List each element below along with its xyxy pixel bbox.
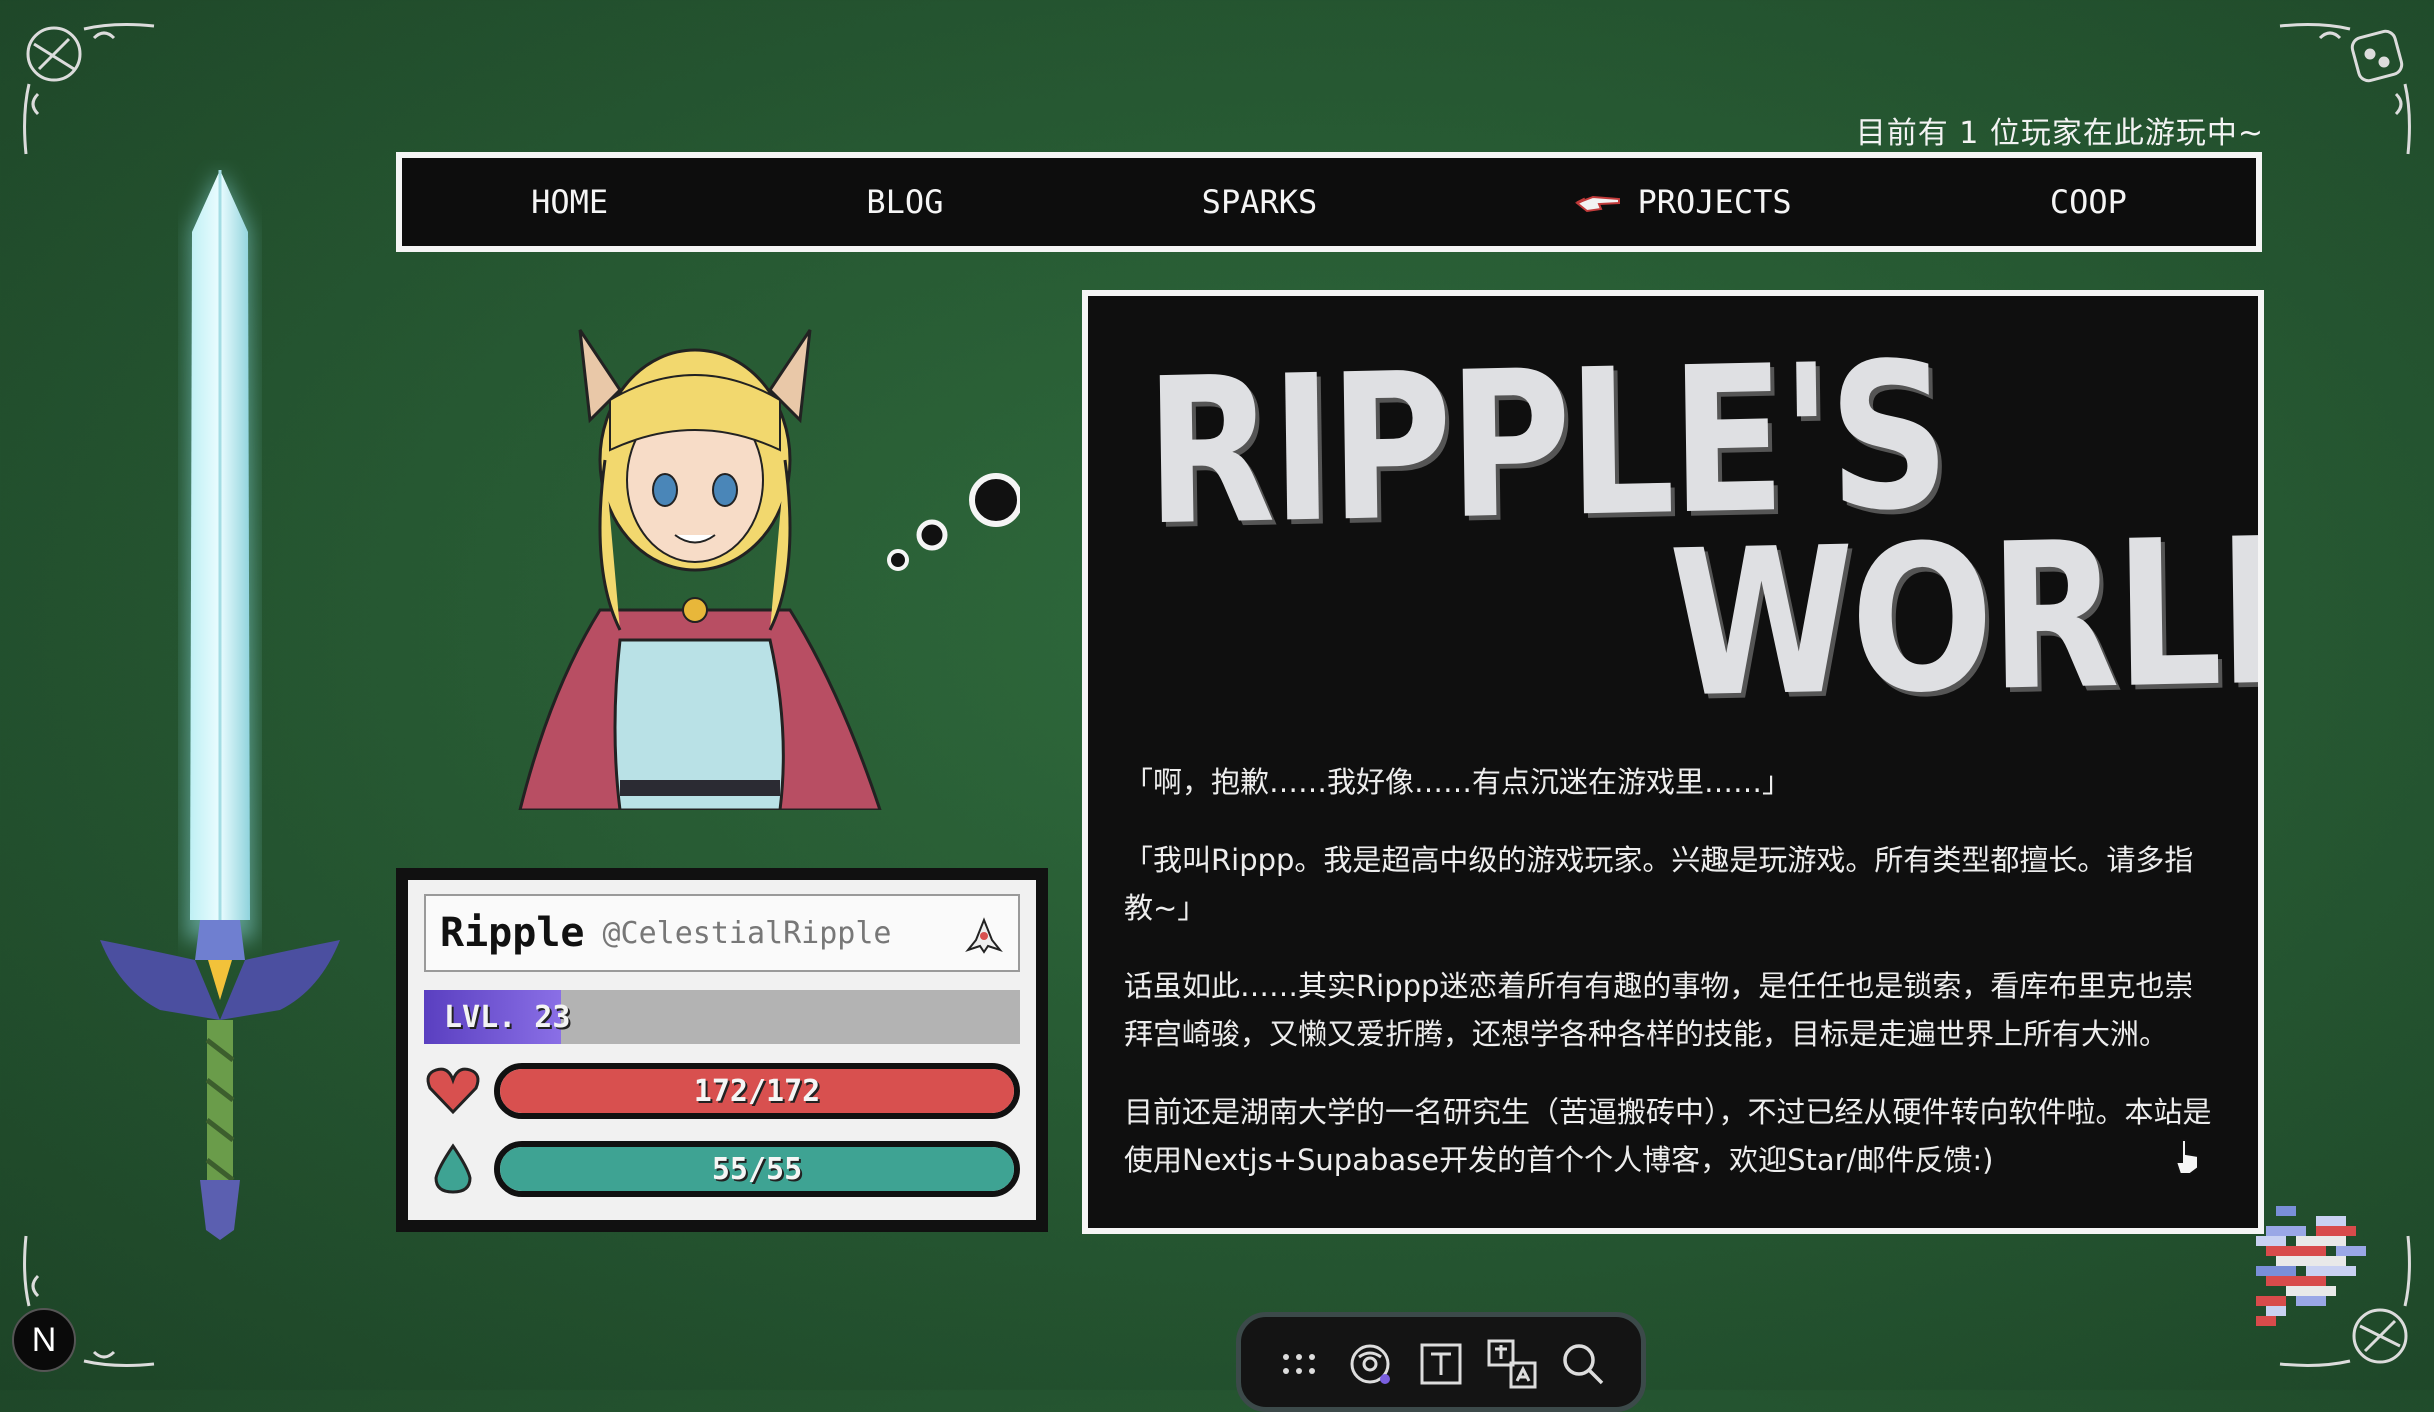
disc-button[interactable] [1343,1337,1397,1391]
nav-projects[interactable]: PROJECTS [1575,183,1792,221]
spaceship-icon[interactable] [964,916,1004,956]
bio-paragraph: 「我叫Rippp。我是超高中级的游戏玩家。兴趣是玩游戏。所有类型都擅长。请多指教… [1124,843,2194,925]
nav-home[interactable]: HOME [531,183,608,221]
bio-text: 「啊，抱歉……我好像……有点沉迷在游戏里……」 「我叫Rippp。我是超高中级的… [1124,758,2222,1214]
grid-button[interactable] [1272,1337,1326,1391]
player-profile-card: Ripple @CelestialRipple LVL. 23 172/172 [396,868,1048,1232]
pixel-sprite-decoration [2256,1206,2366,1326]
pointing-hand-icon [1575,195,1621,213]
text-button[interactable] [1414,1337,1468,1391]
disc-icon [1350,1344,1390,1384]
corner-ornament-top-right [2270,14,2420,164]
mp-bar: 55/55 [494,1141,1020,1197]
translate-icon [1487,1339,1537,1389]
grid-icon [1282,1354,1315,1374]
main-nav: HOME BLOG SPARKS PROJECTS COOP [396,152,2262,252]
nav-sparks-label: SPARKS [1201,183,1318,221]
hand-cursor-icon [2174,1139,2199,1175]
search-button[interactable] [1556,1337,1610,1391]
framework-badge-letter: N [31,1320,57,1359]
text-icon [1420,1343,1462,1385]
framework-badge[interactable]: N [12,1308,76,1372]
nav-coop-label: COOP [2049,183,2127,221]
hp-bar: 172/172 [494,1063,1020,1119]
mp-row: 55/55 [424,1138,1020,1200]
hp-value: 172/172 [693,1073,821,1109]
water-drop-icon [434,1143,472,1194]
site-title-line-2: WORLD [1667,492,2264,743]
character-avatar [518,329,882,810]
search-icon [1563,1344,1604,1385]
profile-card-body: Ripple @CelestialRipple LVL. 23 172/172 [408,880,1036,1220]
player-name-box: Ripple @CelestialRipple [424,894,1020,972]
level-bar: LVL. 23 [424,990,1020,1044]
nav-coop[interactable]: COOP [2050,183,2127,221]
nav-sparks[interactable]: SPARKS [1202,183,1318,221]
heart-icon [426,1067,480,1115]
online-players-status: 目前有 1 位玩家在此游玩中~ [1855,116,2264,151]
bio-paragraph: 话虽如此……其实Rippp迷恋着所有有趣的事物，是任任也是锁索，看库布里克也崇拜… [1124,969,2194,1051]
thought-bubble [887,473,1020,571]
bio-panel[interactable]: RIPPLE'S WORLD 「啊，抱歉……我好像……有点沉迷在游戏里……」 「… [1082,290,2264,1234]
nav-home-label: HOME [531,183,609,221]
bottom-toolbar [1236,1312,1646,1412]
mp-value: 55/55 [711,1151,803,1187]
sword-illustration [100,170,340,1240]
level-label: LVL. 23 [444,1000,571,1035]
translate-button[interactable] [1485,1337,1539,1391]
nav-blog-label: BLOG [866,183,944,221]
nav-blog[interactable]: BLOG [866,183,943,221]
player-handle[interactable]: @CelestialRipple [603,916,892,951]
corner-ornament-top-left [14,14,164,164]
bio-paragraph: 「啊，抱歉……我好像……有点沉迷在游戏里……」 [1124,765,1792,799]
bio-paragraph: 目前还是湖南大学的一名研究生（苦逼搬砖中），不过已经从硬件转向软件啦。本站是使用… [1124,1095,2212,1177]
nav-projects-label: PROJECTS [1637,183,1792,221]
player-name: Ripple [440,910,585,956]
hp-row: 172/172 [424,1060,1020,1122]
